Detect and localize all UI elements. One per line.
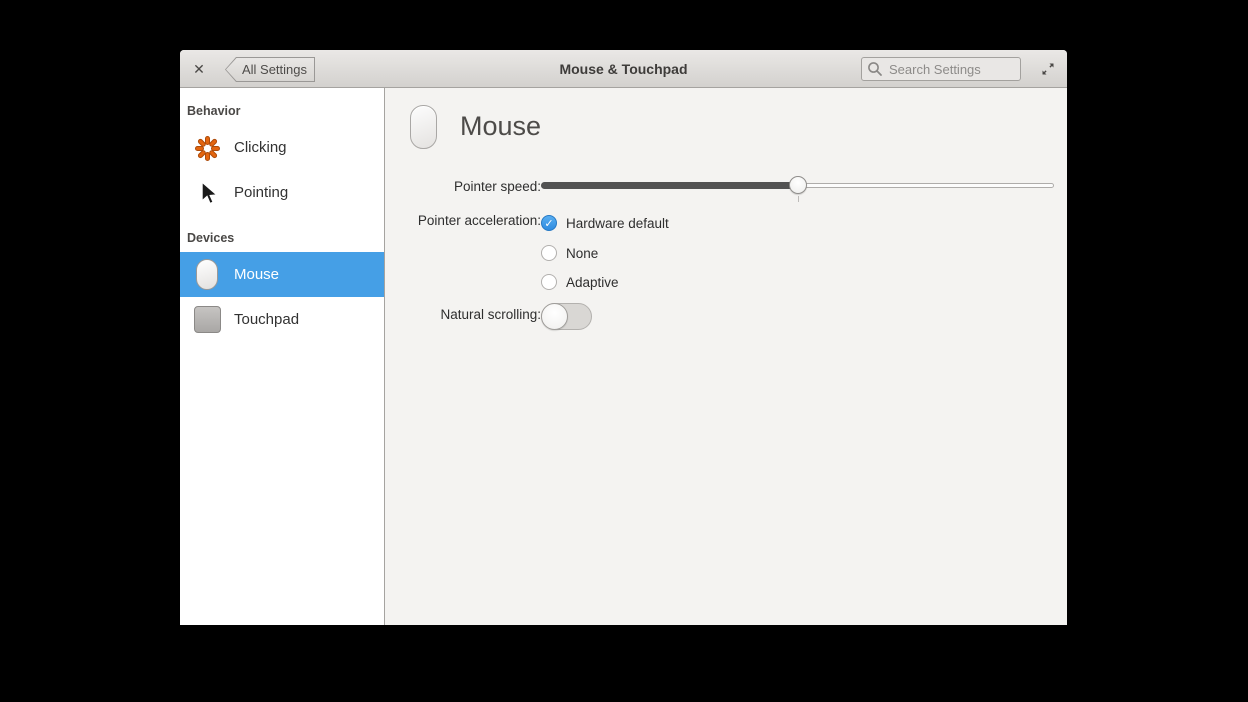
pointer-speed-slider[interactable] (541, 176, 1054, 202)
mouse-icon (193, 259, 221, 291)
desktop-background: ✕ All Settings Mouse & Touchpad Search S… (0, 0, 1248, 702)
sidebar-header-behavior: Behavior (187, 104, 241, 118)
radio-label: None (566, 245, 599, 261)
mouse-settings-panel: Mouse Pointer speed: Pointer acceleratio… (386, 88, 1067, 625)
sidebar-item-touchpad[interactable]: Touchpad (180, 297, 384, 342)
radio-option-adaptive[interactable]: Adaptive (541, 272, 619, 292)
back-button-label: All Settings (241, 62, 308, 77)
search-input[interactable] (861, 57, 1021, 81)
natural-scrolling-toggle[interactable] (541, 303, 592, 330)
settings-window: ✕ All Settings Mouse & Touchpad Search S… (180, 50, 1067, 625)
sidebar: Behavior Clicking Pointing Devices Mouse… (180, 88, 385, 625)
pointer-speed-handle[interactable] (788, 176, 807, 194)
maximize-button[interactable] (1036, 58, 1060, 80)
touchpad-icon (193, 304, 221, 336)
sidebar-item-mouse[interactable]: Mouse (180, 252, 384, 297)
sidebar-item-label: Mouse (234, 266, 280, 283)
close-button[interactable]: ✕ (188, 57, 210, 81)
pointer-acceleration-label: Pointer acceleration: (417, 213, 541, 228)
expand-icon (1042, 63, 1054, 75)
radio-option-none[interactable]: None (541, 243, 598, 263)
click-burst-icon (193, 132, 221, 164)
cursor-icon (193, 177, 221, 209)
radio-option-hardware-default[interactable]: Hardware default (541, 213, 669, 233)
page-title: Mouse (460, 111, 542, 141)
sidebar-item-pointing[interactable]: Pointing (180, 170, 384, 215)
slider-center-tick (797, 196, 799, 202)
titlebar[interactable]: ✕ All Settings Mouse & Touchpad (180, 50, 1067, 88)
sidebar-item-label: Touchpad (234, 311, 300, 328)
natural-scrolling-label: Natural scrolling: (440, 307, 541, 322)
radio-2[interactable] (541, 274, 557, 290)
search-icon (868, 62, 882, 76)
radio-label: Adaptive (566, 274, 619, 290)
radio-1[interactable] (541, 245, 557, 261)
sidebar-item-label: Clicking (234, 139, 287, 156)
close-icon: ✕ (193, 60, 205, 77)
all-settings-back-button[interactable]: All Settings (225, 57, 315, 82)
radio-label: Hardware default (566, 215, 669, 231)
toggle-knob[interactable] (541, 303, 568, 330)
sidebar-item-label: Pointing (234, 184, 289, 201)
pointer-speed-label: Pointer speed: (453, 179, 541, 194)
sidebar-item-clicking[interactable]: Clicking (180, 125, 384, 170)
radio-0[interactable] (541, 215, 557, 231)
pointer-speed-fill (541, 182, 798, 189)
mouse-device-icon (410, 105, 437, 149)
search-field-wrap (861, 57, 1021, 81)
sidebar-header-devices: Devices (187, 231, 235, 245)
